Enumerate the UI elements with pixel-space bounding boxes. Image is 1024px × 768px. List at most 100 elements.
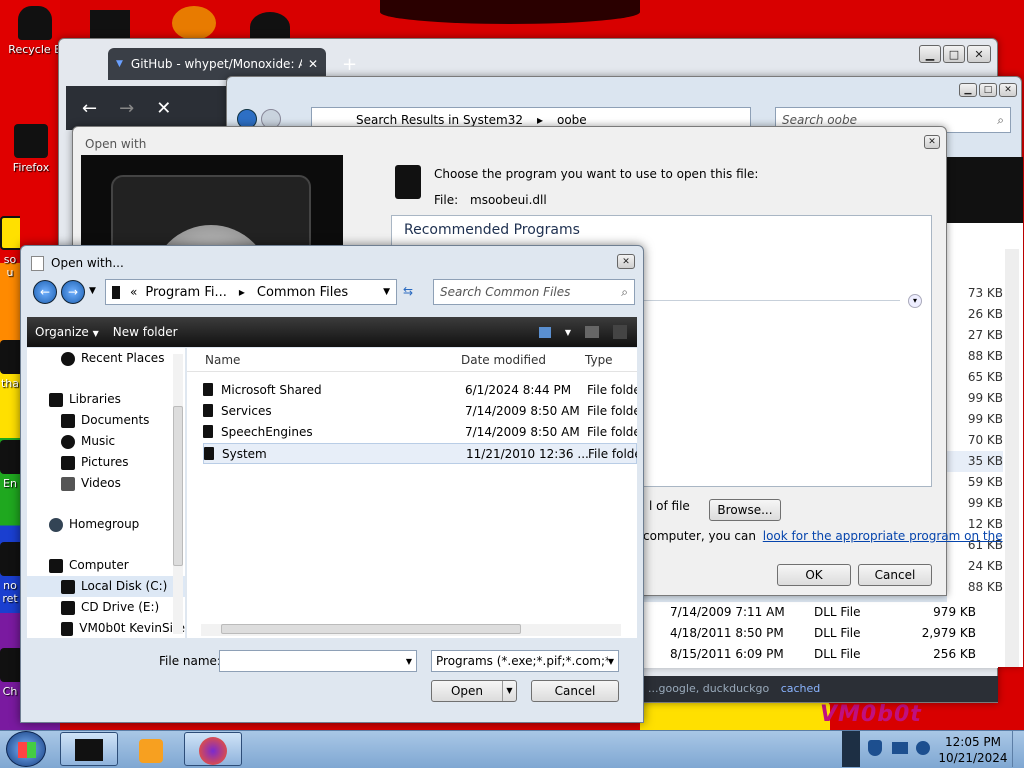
back-arrow-icon[interactable]: ←	[33, 280, 57, 304]
nav-scrollbar[interactable]	[173, 354, 183, 634]
table-row[interactable]: Services 7/14/2009 8:50 AM File folde	[203, 401, 637, 422]
explorer-scrollbar[interactable]	[1005, 249, 1019, 667]
shield-icon[interactable]	[868, 740, 882, 756]
horizontal-scrollbar[interactable]	[201, 624, 621, 636]
nav-documents[interactable]: Documents	[27, 410, 185, 431]
open-split-dropdown-icon[interactable]: ▼	[502, 681, 516, 701]
maximize-icon[interactable]: □	[979, 83, 997, 97]
table-row[interactable]: 4/18/2011 8:50 PM	[670, 623, 784, 644]
desktop-icon-6[interactable]: no ret	[0, 542, 20, 605]
breadcrumb-program-files[interactable]: Program Fi...	[145, 285, 227, 300]
explorer-size-cell: 73 KB	[967, 286, 1003, 300]
nav-videos[interactable]: Videos	[27, 473, 185, 494]
cached-link[interactable]: cached	[781, 682, 821, 695]
close-icon[interactable]: ✕	[999, 83, 1017, 97]
tray-overflow[interactable]	[842, 731, 860, 767]
show-desktop-button[interactable]	[1012, 731, 1024, 767]
desktop-icon-5[interactable]: En	[0, 440, 20, 490]
desktop-icon-4[interactable]: tha	[0, 340, 20, 390]
nav-pictures[interactable]: Pictures	[27, 452, 185, 473]
table-row[interactable]: SpeechEngines 7/14/2009 8:50 AM File fol…	[203, 422, 637, 443]
tab-close-icon[interactable]: ✕	[308, 57, 318, 71]
open-button[interactable]: Open ▼	[431, 680, 517, 702]
desktop-icon-folder[interactable]	[90, 10, 130, 40]
close-icon[interactable]: ✕	[617, 254, 635, 269]
view-dropdown-icon[interactable]: ▼	[565, 328, 571, 337]
column-type[interactable]: Type	[585, 348, 613, 372]
clock-time: 12:05 PM	[945, 735, 1001, 749]
desktop-icon-firefox[interactable]: Firefox	[2, 124, 60, 174]
preview-pane-icon[interactable]	[585, 326, 599, 338]
file-type-filter-select[interactable]: Programs (*.exe;*.pif;*.com;*.ba ▼	[431, 650, 619, 672]
back-button[interactable]: ←	[82, 98, 97, 119]
volume-icon[interactable]	[916, 741, 930, 755]
table-row-selected[interactable]: System 11/21/2010 12:36 ... File folde	[203, 443, 637, 464]
view-icon[interactable]	[538, 326, 551, 338]
nav-cd-drive[interactable]: CD Drive (E:)	[27, 597, 185, 618]
close-icon[interactable]: ✕	[967, 45, 991, 63]
cd-drive-icon	[61, 600, 75, 615]
music-icon	[61, 434, 75, 449]
breadcrumb-oobe[interactable]: oobe	[557, 113, 587, 127]
column-date-modified[interactable]: Date modified	[461, 348, 546, 372]
file-name-input[interactable]: ▼	[219, 650, 417, 672]
forward-arrow-icon[interactable]: →	[61, 280, 85, 304]
cancel-button[interactable]: Cancel	[858, 564, 932, 586]
taskbar-firefox-button[interactable]	[184, 732, 242, 766]
open-file-dialog[interactable]: Open with... ✕ ← → ▼ « Program Fi... ▸ C…	[20, 245, 644, 723]
minimize-icon[interactable]: ▁	[959, 83, 977, 97]
minimize-icon[interactable]: ▁	[919, 45, 941, 63]
ok-button[interactable]: OK	[777, 564, 851, 586]
help-icon[interactable]	[613, 325, 627, 339]
clock[interactable]: 12:05 PM 10/21/2024	[938, 734, 1008, 766]
nav-computer[interactable]: Computer	[27, 555, 185, 576]
breadcrumb-common-files[interactable]: Common Files	[257, 285, 348, 300]
explorer-caption-buttons: ▁ □ ✕	[957, 83, 1017, 97]
desktop-icon-3[interactable]: so u	[0, 216, 20, 279]
nav-music[interactable]: Music	[27, 431, 185, 452]
refresh-icon[interactable]: ⇆	[403, 284, 413, 298]
organize-button[interactable]: Organize ▼	[35, 325, 99, 339]
chevron-down-icon[interactable]: ▼	[406, 657, 412, 666]
maximize-icon[interactable]: □	[943, 45, 965, 63]
table-row[interactable]: 7/14/2009 7:11 AM	[670, 602, 785, 623]
new-folder-button[interactable]: New folder	[113, 325, 178, 339]
firefox-icon	[199, 737, 227, 765]
explorer-size-cell: 24 KB	[967, 559, 1003, 573]
explorer-file-rows: 7/14/2009 7:11 AM DLL File 979 KB 4/18/2…	[644, 602, 998, 668]
table-row[interactable]: 8/15/2011 6:09 PM	[670, 644, 784, 665]
new-tab-button[interactable]: +	[342, 54, 357, 75]
column-name[interactable]: Name	[205, 348, 240, 372]
breadcrumb-search-results[interactable]: Search Results in System32	[356, 113, 523, 127]
taskbar-media-player-button[interactable]	[122, 732, 180, 766]
browse-button[interactable]: Browse...	[709, 499, 781, 521]
nav-libraries[interactable]: Libraries	[27, 389, 185, 410]
address-dropdown-icon[interactable]: ▼	[383, 287, 390, 297]
taskbar-explorer-button[interactable]	[60, 732, 118, 766]
stop-button[interactable]: ✕	[156, 98, 171, 119]
explorer-size-cell: 99 KB	[967, 391, 1003, 405]
cancel-button[interactable]: Cancel	[531, 680, 619, 702]
program-icon	[0, 340, 20, 374]
file-dialog-search-input[interactable]: Search Common Files ⌕	[433, 279, 635, 305]
desktop-icon-app[interactable]	[172, 6, 216, 40]
desktop-icon-7[interactable]: Ch	[0, 648, 20, 698]
find-program-link[interactable]: look for the appropriate program on the	[763, 529, 1003, 543]
recent-pages-chevron-icon[interactable]: ▼	[89, 286, 96, 296]
search-icon: ⌕	[621, 284, 628, 299]
desktop-icon-recycle-bin[interactable]: Recycle B	[6, 6, 64, 56]
computer-icon	[49, 558, 63, 573]
file-dialog-address-bar[interactable]: « Program Fi... ▸ Common Files ▼	[105, 279, 397, 305]
close-icon[interactable]: ✕	[924, 135, 940, 149]
nav-local-disk[interactable]: Local Disk (C:)	[27, 576, 185, 597]
nav-network-drive[interactable]: VM0b0t KevinSite	[27, 618, 185, 639]
start-button[interactable]	[6, 731, 46, 767]
chevron-down-icon[interactable]: ▾	[908, 294, 922, 308]
explorer-size-cell: 99 KB	[967, 412, 1003, 426]
videos-icon	[61, 476, 75, 491]
nav-homegroup[interactable]: Homegroup	[27, 514, 185, 535]
nav-recent-places[interactable]: Recent Places	[27, 348, 185, 369]
forward-button[interactable]: →	[119, 98, 134, 119]
table-row[interactable]: Microsoft Shared 6/1/2024 8:44 PM File f…	[203, 380, 637, 401]
network-icon[interactable]	[892, 742, 908, 754]
